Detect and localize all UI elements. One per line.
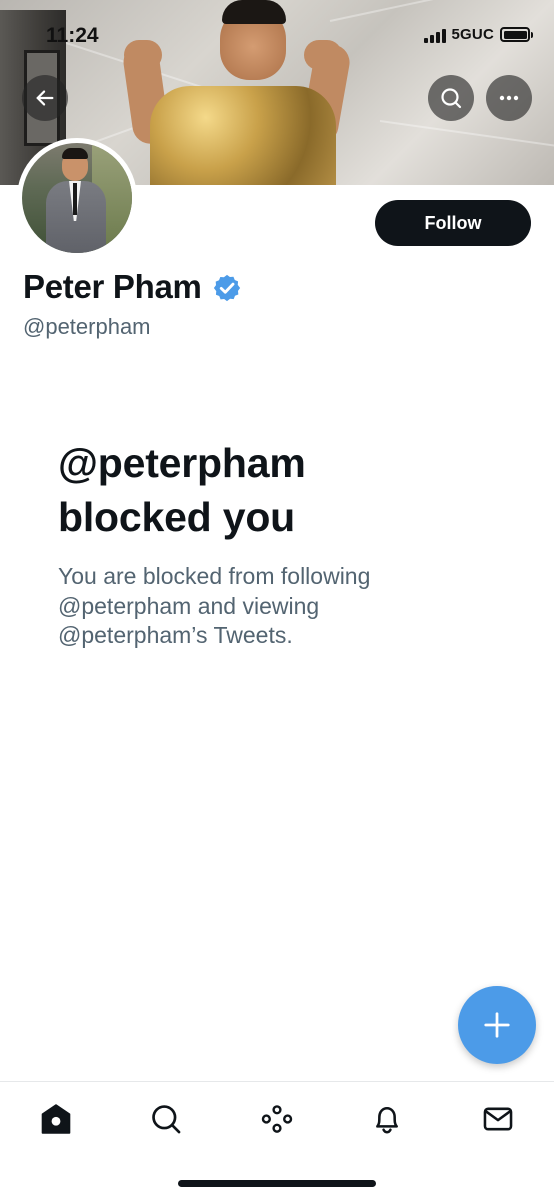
- plus-icon: [484, 1012, 510, 1038]
- profile-display-name: Peter Pham: [23, 268, 202, 305]
- more-horizontal-icon: [499, 95, 519, 101]
- home-indicator[interactable]: [178, 1180, 376, 1187]
- profile-avatar[interactable]: [17, 138, 137, 258]
- banner-person: [150, 86, 336, 185]
- arrow-left-icon: [36, 90, 54, 106]
- blocked-title-line1: @peterpham: [58, 440, 306, 486]
- profile-name-row: Peter Pham: [23, 268, 242, 306]
- tab-spaces[interactable]: [250, 1099, 304, 1139]
- home-icon: [41, 1104, 71, 1134]
- search-icon: [441, 88, 462, 109]
- status-time: 11:24: [46, 24, 99, 47]
- blocked-description: You are blocked from following @peterpha…: [58, 562, 498, 651]
- blocked-title-line2: blocked you: [58, 494, 296, 540]
- tab-home[interactable]: [29, 1099, 83, 1139]
- profile-handle: @peterpham: [23, 314, 151, 339]
- compose-tweet-button[interactable]: [458, 986, 536, 1064]
- network-type: 5GUC: [451, 26, 494, 43]
- blocked-desc-line1: You are blocked from following: [58, 563, 371, 589]
- tab-explore[interactable]: [139, 1099, 193, 1139]
- blocked-desc-line3: @peterpham’s Tweets.: [58, 622, 293, 648]
- tab-notifications[interactable]: [360, 1099, 414, 1139]
- verified-badge-icon: [213, 274, 240, 302]
- spaces-icon: [261, 1105, 293, 1133]
- bell-icon: [376, 1106, 398, 1134]
- search-button[interactable]: [428, 75, 474, 121]
- status-indicators: 5GUC: [423, 26, 533, 43]
- avatar-image: [22, 143, 132, 253]
- battery-icon: [500, 27, 533, 42]
- back-button[interactable]: [22, 75, 68, 121]
- more-options-button[interactable]: [486, 75, 532, 121]
- blocked-title: @peterpham blocked you: [58, 436, 478, 544]
- envelope-icon: [483, 1107, 513, 1131]
- follow-button[interactable]: Follow: [375, 200, 531, 246]
- tab-messages[interactable]: [471, 1099, 525, 1139]
- status-bar: 11:24 5GUC: [0, 18, 554, 54]
- cellular-signal-icon: [423, 27, 446, 43]
- blocked-desc-line2: @peterpham and viewing: [58, 592, 320, 619]
- search-icon: [152, 1105, 181, 1134]
